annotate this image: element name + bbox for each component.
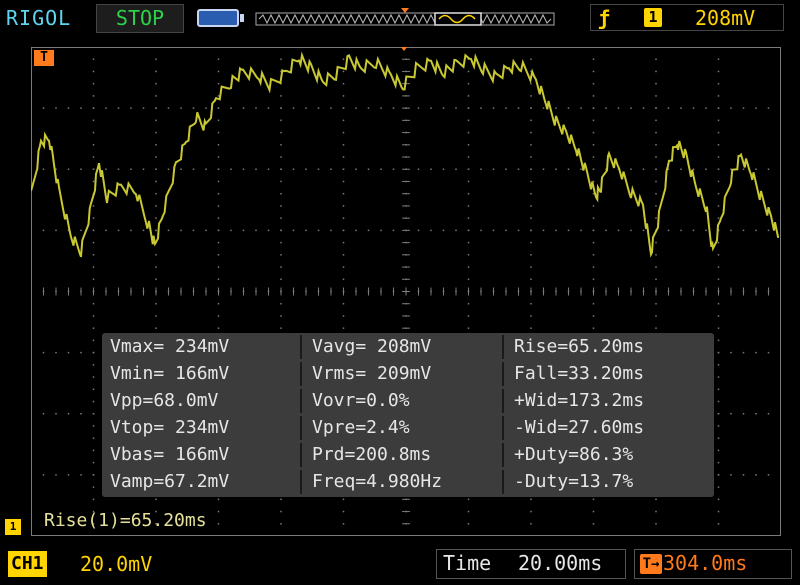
measurement-period: Prd=200.8ms [304, 443, 504, 467]
timebase-value: 20.00ms [518, 551, 603, 575]
measurement-vovr: Vovr=0.0% [304, 389, 504, 413]
rise-readout: Rise(1)=65.20ms [44, 510, 207, 531]
measurement-row: Vmin= 166mV Vrms= 209mV Fall=33.20ms [102, 362, 714, 386]
trigger-level: 208mV [695, 6, 756, 30]
measurement-neg-width: -Wid=27.60ms [506, 416, 712, 440]
measurement-vtop: Vtop= 234mV [102, 416, 302, 440]
rising-edge-icon: ƒ [598, 6, 611, 30]
measurement-vamp: Vamp=67.2mV [102, 470, 302, 494]
ch1-ground-marker: 1 [5, 519, 21, 535]
measurement-row: Vbas= 166mV Prd=200.8ms +Duty=86.3% [102, 443, 714, 467]
ch1-vertical-scale[interactable]: 20.0mV [80, 552, 152, 576]
trigger-offset-icon: T→ [640, 554, 662, 574]
measurement-row: Vtop= 234mV Vpre=2.4% -Wid=27.60ms [102, 416, 714, 440]
battery-terminal [240, 14, 244, 22]
ch1-label[interactable]: CH1 [8, 551, 47, 577]
measurement-vmax: Vmax= 234mV [102, 335, 302, 359]
measurement-vrms: Vrms= 209mV [304, 362, 504, 386]
memory-depth-strip: T [255, 8, 555, 26]
svg-text:T: T [403, 8, 408, 9]
trigger-offset-value: 304.0ms [663, 551, 748, 575]
ch1-trace [31, 51, 780, 258]
measurement-neg-duty: -Duty=13.7% [506, 470, 712, 494]
brand-logo: RIGOL [6, 6, 72, 30]
measurement-row: Vpp=68.0mV Vovr=0.0% +Wid=173.2ms [102, 389, 714, 413]
measurement-row: Vmax= 234mV Vavg= 208mV Rise=65.20ms [102, 335, 714, 359]
run-stop-status[interactable]: STOP [96, 4, 184, 33]
measurement-vbas: Vbas= 166mV [102, 443, 302, 467]
trigger-source: 1 [644, 8, 662, 27]
measurement-table: Vmax= 234mV Vavg= 208mV Rise=65.20ms Vmi… [102, 333, 714, 497]
battery-icon [197, 9, 239, 27]
measurement-vpp: Vpp=68.0mV [102, 389, 302, 413]
trigger-time-marker: T [34, 50, 54, 66]
measurement-rise: Rise=65.20ms [506, 335, 712, 359]
measurement-frequency: Freq=4.980Hz [304, 470, 504, 494]
timebase-label: Time [443, 551, 492, 575]
measurement-pos-duty: +Duty=86.3% [506, 443, 712, 467]
measurement-row: Vamp=67.2mV Freq=4.980Hz -Duty=13.7% [102, 470, 714, 494]
measurement-vavg: Vavg= 208mV [304, 335, 504, 359]
measurement-fall: Fall=33.20ms [506, 362, 712, 386]
measurement-vpre: Vpre=2.4% [304, 416, 504, 440]
measurement-vmin: Vmin= 166mV [102, 362, 302, 386]
measurement-pos-width: +Wid=173.2ms [506, 389, 712, 413]
